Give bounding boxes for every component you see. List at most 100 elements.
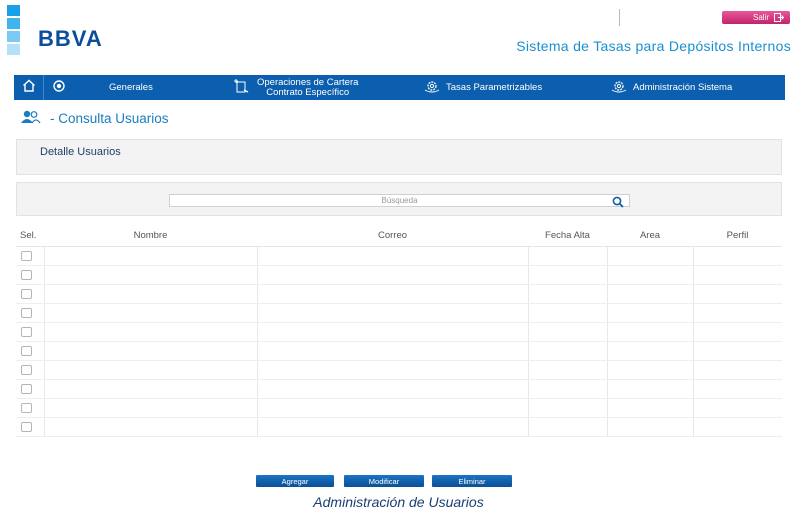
nav-operaciones-cartera[interactable]: Operaciones de Cartera Contrato Específi… [233, 75, 358, 100]
add-button[interactable]: Agregar [256, 475, 334, 487]
row-checkbox[interactable] [21, 326, 32, 337]
table-cell [44, 265, 258, 285]
row-select-cell [16, 379, 45, 399]
table-cell [693, 303, 782, 323]
nav-tasas-parametrizables[interactable]: Tasas Parametrizables [424, 75, 542, 100]
column-header-perfil: Perfil [693, 226, 782, 247]
row-checkbox[interactable] [21, 345, 32, 356]
page-title: - Consulta Usuarios [20, 110, 169, 127]
table-cell [257, 303, 529, 323]
row-select-cell [16, 417, 45, 437]
column-header-correo: Correo [257, 226, 528, 247]
table-cell [607, 379, 694, 399]
table-cell [257, 246, 529, 266]
row-select-cell [16, 265, 45, 285]
home-button[interactable] [14, 75, 44, 100]
column-header-area: Area [607, 226, 693, 247]
delete-button[interactable]: Eliminar [432, 475, 512, 487]
nav-administracion-sistema[interactable]: Administración Sistema [611, 75, 732, 100]
users-table: Sel. Nombre Correo Fecha Alta Area Perfi… [16, 226, 782, 437]
nav-administracion-label: Administración Sistema [633, 82, 733, 93]
table-cell [528, 379, 608, 399]
row-checkbox[interactable] [21, 364, 32, 375]
table-cell [257, 322, 529, 342]
nav-generales[interactable]: Generales [109, 75, 153, 100]
table-cell [528, 398, 608, 418]
table-cell [44, 322, 258, 342]
table-cell [607, 360, 694, 380]
table-row [16, 284, 782, 304]
gear-icon [424, 79, 440, 96]
table-cell [257, 417, 529, 437]
table-cell [607, 417, 694, 437]
table-cell [257, 265, 529, 285]
table-row [16, 398, 782, 418]
eye-button[interactable] [44, 75, 74, 100]
table-row [16, 246, 782, 266]
table-cell [528, 284, 608, 304]
column-header-fecha-alta: Fecha Alta [528, 226, 607, 247]
bbva-logo: BBVA [38, 26, 103, 51]
logout-button[interactable]: Salir [722, 11, 790, 24]
table-cell [693, 379, 782, 399]
exit-icon [774, 13, 785, 22]
table-cell [607, 265, 694, 285]
nav-operaciones-label-1: Operaciones de Cartera [257, 76, 359, 88]
row-checkbox[interactable] [21, 383, 32, 394]
table-cell [44, 303, 258, 323]
table-cell [44, 379, 258, 399]
row-select-cell [16, 360, 45, 380]
nav-generales-label: Generales [109, 82, 153, 93]
row-select-cell [16, 341, 45, 361]
row-checkbox[interactable] [21, 421, 32, 432]
table-cell [693, 398, 782, 418]
table-cell [693, 246, 782, 266]
row-checkbox[interactable] [21, 288, 32, 299]
column-header-sel: Sel. [16, 226, 44, 247]
users-icon [20, 110, 42, 127]
table-cell [257, 398, 529, 418]
table-cell [44, 398, 258, 418]
table-cell [528, 341, 608, 361]
table-cell [528, 417, 608, 437]
row-checkbox[interactable] [21, 269, 32, 280]
page-title-text: - Consulta Usuarios [50, 111, 169, 126]
table-cell [607, 398, 694, 418]
table-row [16, 265, 782, 285]
table-cell [607, 303, 694, 323]
table-row [16, 303, 782, 323]
table-header-row: Sel. Nombre Correo Fecha Alta Area Perfi… [16, 226, 782, 247]
search-icon[interactable] [611, 195, 625, 208]
table-cell [44, 246, 258, 266]
row-select-cell [16, 246, 45, 266]
app-title: Sistema de Tasas para Depósitos Internos [516, 38, 791, 54]
logo-bars [7, 5, 20, 55]
table-row [16, 417, 782, 437]
table-cell [693, 341, 782, 361]
table-cell [257, 284, 529, 304]
search-input[interactable]: Búsqueda [169, 194, 630, 208]
modify-button[interactable]: Modificar [344, 475, 424, 487]
table-row [16, 360, 782, 380]
table-cell [44, 341, 258, 361]
page-caption: Administración de Usuarios [313, 494, 484, 510]
contract-icon [233, 79, 251, 96]
table-cell [607, 341, 694, 361]
row-checkbox[interactable] [21, 250, 32, 261]
column-header-nombre: Nombre [44, 226, 257, 247]
gear-icon [611, 79, 627, 96]
table-cell [693, 265, 782, 285]
row-checkbox[interactable] [21, 402, 32, 413]
table-cell [44, 284, 258, 304]
table-cell [693, 284, 782, 304]
nav-tasas-label: Tasas Parametrizables [446, 82, 543, 93]
table-cell [257, 379, 529, 399]
header-divider [619, 9, 620, 26]
nav-operaciones-label-2: Contrato Específico [266, 86, 350, 98]
table-row [16, 379, 782, 399]
table-cell [528, 246, 608, 266]
detail-panel-label: Detalle Usuarios [40, 146, 121, 158]
main-nav: Generales Operaciones de Cartera Contrat… [14, 75, 785, 100]
eye-icon [51, 79, 67, 97]
row-checkbox[interactable] [21, 307, 32, 318]
